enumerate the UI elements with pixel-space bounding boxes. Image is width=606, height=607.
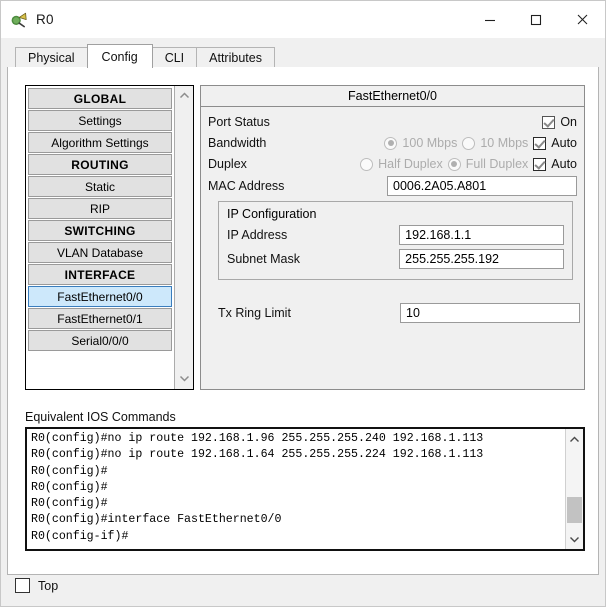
duplex-half-radio[interactable] [360,157,374,171]
tab-cli[interactable]: CLI [151,47,198,68]
router-icon [10,11,28,29]
sidebar-item-vlan-database[interactable]: VLAN Database [28,242,172,263]
ip-address-label: IP Address [227,228,288,242]
sidebar-header-global: GLOBAL [28,88,172,109]
tx-ring-limit-input[interactable]: 10 [400,303,580,323]
port-status-checkbox[interactable] [542,115,556,129]
tx-ring-limit-label: Tx Ring Limit [218,306,291,320]
sidebar-item-settings[interactable]: Settings [28,110,172,131]
subnet-mask-row: Subnet Mask 255.255.255.192 [227,248,564,270]
ios-command-line: R0(config)#interface FastEthernet0/0 [31,513,282,527]
bandwidth-auto-checkbox[interactable] [533,136,547,150]
tx-ring-limit-row: Tx Ring Limit 10 [218,302,580,324]
sidebar-item-fastethernet0-1[interactable]: FastEthernet0/1 [28,308,172,329]
ios-command-line: R0(config)# [31,497,108,511]
sidebar-header-interface: INTERFACE [28,264,172,285]
sidebar-item-rip[interactable]: RIP [28,198,172,219]
chevron-up-icon[interactable] [179,89,190,103]
chevron-down-icon[interactable] [179,372,190,386]
window-title: R0 [36,12,54,27]
bandwidth-row: Bandwidth 100 Mbps 10 Mbps Auto [208,133,577,153]
duplex-full-label: Full Duplex [465,157,529,171]
duplex-full-radio[interactable] [447,157,461,171]
duplex-auto-checkbox[interactable] [533,157,547,171]
top-checkbox-row: Top [15,578,58,593]
ios-command-line: R0(config-if)# [31,529,129,543]
bandwidth-100mbps-radio[interactable] [384,136,398,150]
ip-configuration-group: IP Configuration IP Address 192.168.1.1 … [218,201,573,280]
maximize-button[interactable] [513,1,559,38]
minimize-button[interactable] [467,1,513,38]
sidebar-header-routing: ROUTING [28,154,172,175]
sidebar-item-algorithm-settings[interactable]: Algorithm Settings [28,132,172,153]
ios-command-line: R0(config)# [31,480,108,494]
ip-address-input[interactable]: 192.168.1.1 [399,225,564,245]
interface-config-panel: FastEthernet0/0 Port Status On Bandwidth… [200,85,585,390]
panel-body: Port Status On Bandwidth 100 Mbps 10 Mbp… [201,107,584,390]
panel-title: FastEthernet0/0 [201,86,584,107]
ios-scrollbar[interactable] [565,429,583,549]
tab-strip: Physical Config CLI Attributes [1,38,605,68]
port-status-row: Port Status On [208,112,577,132]
ios-command-line: R0(config)#no ip route 192.168.1.64 255.… [31,448,484,462]
sidebar-nav-list: GLOBAL Settings Algorithm Settings ROUTING S… [26,86,174,389]
window-titlebar: R0 [1,1,605,38]
config-sidebar: GLOBAL Settings Algorithm Settings ROUTING S… [25,85,194,390]
ios-command-line: R0(config)# [31,464,108,478]
bandwidth-100mbps-label: 100 Mbps [402,136,458,150]
ios-commands-label: Equivalent IOS Commands [25,410,176,424]
top-checkbox-label: Top [38,578,59,593]
ios-scroll-thumb[interactable] [567,497,582,523]
bandwidth-10mbps-label: 10 Mbps [480,136,529,150]
tab-physical[interactable]: Physical [15,47,88,68]
ios-command-line: R0(config)#no ip route 192.168.1.96 255.… [31,432,484,445]
sidebar-item-static[interactable]: Static [28,176,172,197]
tab-attributes[interactable]: Attributes [196,47,275,68]
ip-address-row: IP Address 192.168.1.1 [227,224,564,246]
bandwidth-auto-label: Auto [551,136,577,150]
sidebar-scrollbar[interactable] [174,86,193,389]
ip-configuration-title: IP Configuration [227,207,317,221]
mac-address-row: MAC Address 0006.2A05.A801 [208,175,577,197]
window-controls [467,1,605,38]
config-content-area: GLOBAL Settings Algorithm Settings ROUTING S… [7,67,599,575]
close-button[interactable] [559,1,605,38]
port-status-label: Port Status [208,115,270,129]
duplex-row: Duplex Half Duplex Full Duplex Auto [208,154,577,174]
tab-config[interactable]: Config [86,44,153,68]
tab-list: Physical Config CLI Attributes [15,44,275,68]
chevron-down-icon[interactable] [566,531,583,547]
mac-address-label: MAC Address [208,179,285,193]
ios-commands-box: R0(config)#no ip route 192.168.1.96 255.… [25,427,585,551]
duplex-half-label: Half Duplex [378,157,443,171]
bandwidth-label: Bandwidth [208,136,267,150]
bandwidth-10mbps-radio[interactable] [462,136,476,150]
duplex-label: Duplex [208,157,247,171]
sidebar-item-serial0-0-0[interactable]: Serial0/0/0 [28,330,172,351]
chevron-up-icon[interactable] [566,431,583,447]
sidebar-header-switching: SWITCHING [28,220,172,241]
sidebar-item-fastethernet0-0[interactable]: FastEthernet0/0 [28,286,172,307]
ios-commands-text[interactable]: R0(config)#no ip route 192.168.1.96 255.… [27,429,565,549]
subnet-mask-label: Subnet Mask [227,252,300,266]
port-status-on-label: On [560,115,577,129]
router-config-window: R0 Physical Config CLI Attributes GLOBAL Set… [0,0,606,607]
top-checkbox[interactable] [15,578,30,593]
duplex-auto-label: Auto [551,157,577,171]
mac-address-input[interactable]: 0006.2A05.A801 [387,176,577,196]
subnet-mask-input[interactable]: 255.255.255.192 [399,249,564,269]
